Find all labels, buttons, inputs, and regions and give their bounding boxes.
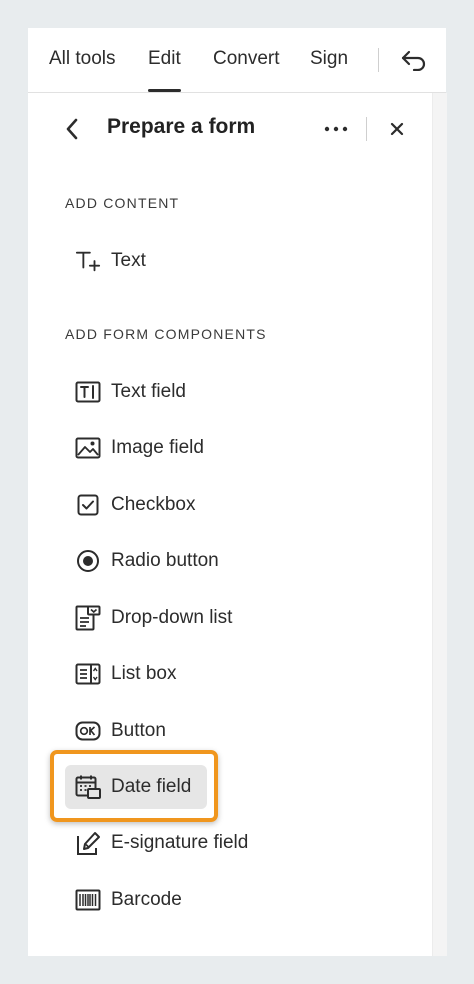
tool-item-radio-button[interactable]: Radio button xyxy=(65,539,255,583)
tool-item-image-field[interactable]: Image field xyxy=(65,426,245,470)
dropdown-list-icon xyxy=(75,605,101,631)
tool-item-label: Image field xyxy=(111,437,204,458)
image-icon xyxy=(75,435,101,461)
text-add-icon xyxy=(75,248,101,274)
tool-item-list-box[interactable]: List box xyxy=(65,652,225,696)
tool-item-label: Text xyxy=(111,250,146,271)
undo-icon[interactable] xyxy=(396,46,432,74)
top-toolbar: All tools Edit Convert Sign xyxy=(28,28,446,93)
list-box-icon xyxy=(75,661,101,687)
panel-header: Prepare a form xyxy=(28,93,432,165)
tool-item-checkbox[interactable]: Checkbox xyxy=(65,483,230,527)
tool-item-label: Drop-down list xyxy=(111,607,233,628)
tab-edit[interactable]: Edit xyxy=(148,28,181,92)
tool-item-label: Checkbox xyxy=(111,494,196,515)
tool-item-label: Text field xyxy=(111,381,186,402)
tool-item-text[interactable]: Text xyxy=(65,239,175,283)
header-divider xyxy=(366,117,367,141)
close-icon[interactable] xyxy=(383,115,411,143)
tool-item-label: Button xyxy=(111,720,166,741)
tool-item-label: E-signature field xyxy=(111,832,249,853)
text-field-icon xyxy=(75,379,101,405)
tool-item-label: List box xyxy=(111,663,177,684)
tool-item-text-field[interactable]: Text field xyxy=(65,370,225,414)
date-field-highlight xyxy=(50,750,218,822)
toolbar-divider xyxy=(378,48,379,72)
more-horizontal-icon[interactable] xyxy=(321,115,351,143)
tab-convert[interactable]: Convert xyxy=(213,28,280,92)
radio-button-icon xyxy=(75,548,101,574)
chevron-left-icon[interactable] xyxy=(58,115,86,143)
barcode-icon xyxy=(75,887,101,913)
section-label-add-form-components: ADD FORM COMPONENTS xyxy=(65,326,267,342)
scrollbar[interactable] xyxy=(432,93,447,956)
tool-item-drop-down-list[interactable]: Drop-down list xyxy=(65,596,275,640)
checkbox-icon xyxy=(75,492,101,518)
tool-item-button[interactable]: Button xyxy=(65,709,215,753)
tab-sign[interactable]: Sign xyxy=(310,28,348,92)
ok-button-icon xyxy=(75,718,101,744)
section-label-add-content: ADD CONTENT xyxy=(65,195,180,211)
tab-all-tools[interactable]: All tools xyxy=(49,28,116,92)
tool-item-label: Barcode xyxy=(111,889,182,910)
tool-item-barcode[interactable]: Barcode xyxy=(65,878,225,922)
tool-item-e-signature-field[interactable]: E-signature field xyxy=(65,821,290,865)
panel-title: Prepare a form xyxy=(107,115,256,138)
signature-pen-icon xyxy=(75,830,101,856)
tool-item-label: Radio button xyxy=(111,550,219,571)
